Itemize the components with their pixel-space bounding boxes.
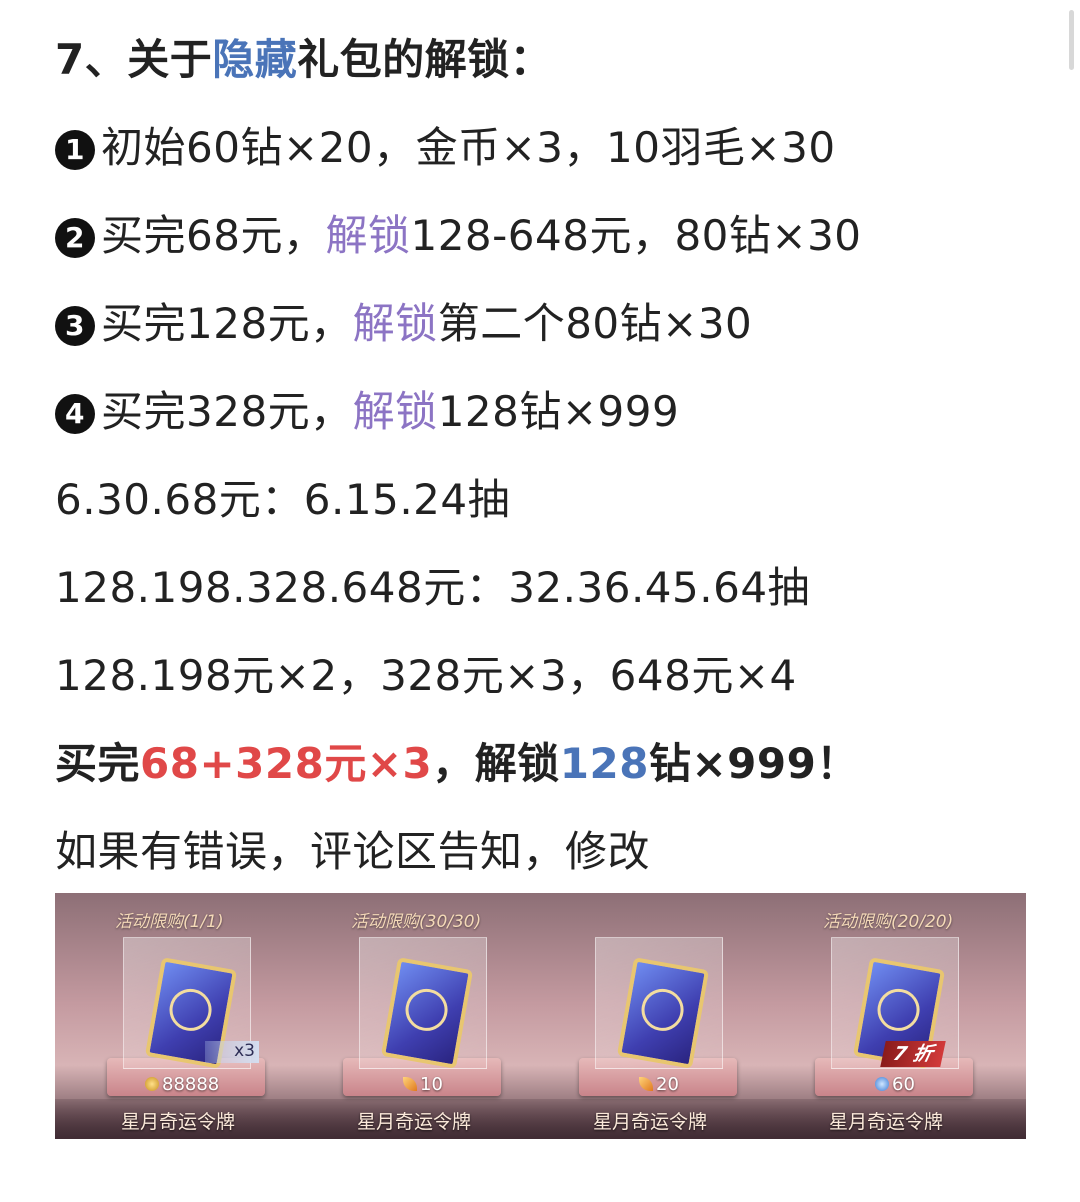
shop-card[interactable]: 20 星月奇运令牌 — [527, 893, 767, 1139]
scrollbar[interactable] — [1069, 10, 1074, 70]
shop-card[interactable]: 活动限购(1/1) x3 88888 星月奇运令牌 — [55, 893, 295, 1139]
list-item-3: 3 买完128元，解锁第二个80钻×30 — [55, 298, 752, 350]
draw-count-line-2: 128.198.328.648元：32.36.45.64抽 — [55, 563, 811, 612]
list-item-1: 1 初始60钻×20，金币×3，10羽毛×30 — [55, 122, 836, 174]
price: 20 — [639, 1074, 679, 1095]
coin-icon — [145, 1077, 159, 1091]
item-text: 买完328元， — [101, 387, 353, 436]
summary-amount: 128 — [559, 739, 649, 788]
price-value: 88888 — [162, 1074, 220, 1095]
price-value: 10 — [420, 1074, 443, 1095]
quantity-badge: x3 — [205, 1041, 259, 1063]
heading-highlight: 隐藏 — [212, 35, 298, 84]
item-name: 星月奇运令牌 — [357, 1111, 472, 1133]
limit-label: 活动限购(1/1) — [115, 912, 224, 932]
item-name: 星月奇运令牌 — [593, 1111, 708, 1133]
summary-middle: ，解锁 — [432, 739, 560, 788]
price-value: 60 — [892, 1074, 915, 1095]
section-heading: 7、关于隐藏礼包的解锁： — [55, 34, 552, 86]
limit-label: 活动限购(20/20) — [823, 912, 954, 932]
footer-note: 如果有错误，评论区告知，修改 — [55, 827, 651, 876]
item-text: 128-648元，80钻×30 — [410, 211, 862, 260]
limit-label: 活动限购(30/30) — [351, 912, 482, 932]
discount-badge: 7 折 — [880, 1041, 946, 1067]
price: 60 — [875, 1074, 915, 1095]
bullet-number-4: 4 — [55, 394, 95, 434]
item-text: 第二个80钻×30 — [437, 299, 753, 348]
shop-screenshot: 活动限购(1/1) x3 88888 星月奇运令牌 活动限购(30/30) 10… — [55, 893, 1026, 1139]
bullet-number-1: 1 — [55, 130, 95, 170]
summary-price: 68+328元×3 — [140, 739, 433, 788]
draw-count-line-1: 6.30.68元：6.15.24抽 — [55, 475, 511, 524]
shop-card[interactable]: 活动限购(20/20) 7 折 60 星月奇运令牌 — [763, 893, 1003, 1139]
unlock-link[interactable]: 解锁 — [353, 387, 438, 436]
diamond-icon — [875, 1077, 889, 1091]
summary-prefix: 买完 — [55, 739, 141, 788]
price: 88888 — [145, 1074, 219, 1095]
summary-line: 买完68+328元×3，解锁128钻×999！ — [55, 738, 859, 790]
list-item-4: 4 买完328元，解锁128钻×999 — [55, 386, 679, 438]
feather-icon — [403, 1077, 417, 1091]
item-text: 初始60钻×20，金币×3，10羽毛×30 — [101, 123, 836, 172]
bullet-number-3: 3 — [55, 306, 95, 346]
unlock-link[interactable]: 解锁 — [325, 211, 410, 260]
item-text: 买完128元， — [101, 299, 353, 348]
heading-prefix: 7、关于 — [55, 35, 213, 84]
item-text: 买完68元， — [101, 211, 326, 260]
unlock-link[interactable]: 解锁 — [353, 299, 438, 348]
feather-icon — [639, 1077, 653, 1091]
item-text: 128钻×999 — [437, 387, 680, 436]
price: 10 — [403, 1074, 443, 1095]
list-item-2: 2 买完68元，解锁128-648元，80钻×30 — [55, 210, 862, 262]
summary-suffix: 钻×999！ — [648, 739, 859, 788]
purchase-multiplier-line: 128.198元×2，328元×3，648元×4 — [55, 651, 797, 700]
item-name: 星月奇运令牌 — [829, 1111, 944, 1133]
shop-card[interactable]: 活动限购(30/30) 10 星月奇运令牌 — [291, 893, 531, 1139]
price-value: 20 — [656, 1074, 679, 1095]
heading-suffix: 礼包的解锁： — [297, 35, 553, 84]
bullet-number-2: 2 — [55, 218, 95, 258]
item-name: 星月奇运令牌 — [121, 1111, 236, 1133]
